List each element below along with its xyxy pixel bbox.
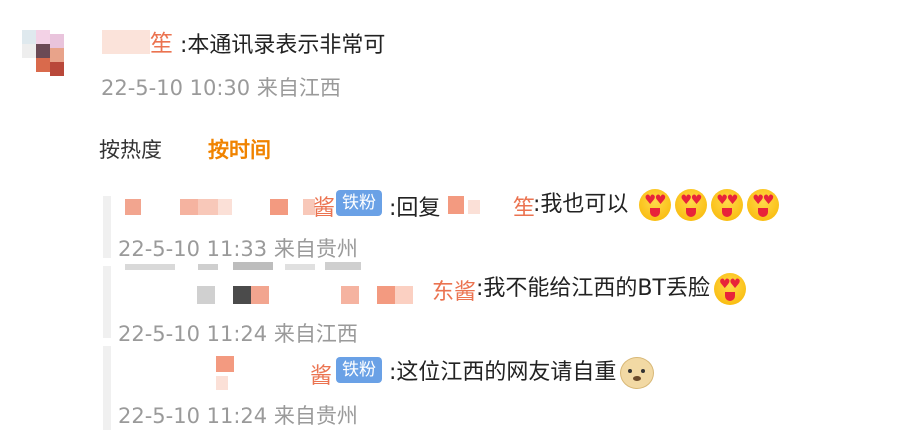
main-comment-username[interactable]: 笙 bbox=[150, 24, 173, 58]
username-mosaic bbox=[102, 30, 150, 54]
avatar[interactable] bbox=[14, 28, 84, 90]
reply-meta: 22-5-10 11:24 来自贵州 bbox=[118, 400, 358, 430]
heart-eyes-tongue-icon bbox=[639, 189, 672, 221]
main-comment-meta: 22-5-10 10:30 来自江西 bbox=[101, 72, 341, 102]
main-comment-text: :本通讯录表示非常可 bbox=[180, 33, 386, 58]
reply-indent-bar bbox=[103, 346, 111, 430]
fan-badge: 铁粉 bbox=[336, 357, 382, 383]
username-mosaic bbox=[125, 196, 325, 218]
main-comment-location: 来自江西 bbox=[256, 76, 341, 100]
reply-meta: 22-5-10 11:33 来自贵州 bbox=[118, 233, 358, 263]
heart-eyes-tongue-icon bbox=[713, 273, 746, 305]
main-comment-time: 22-5-10 10:30 bbox=[101, 76, 251, 100]
doge-icon bbox=[620, 357, 655, 389]
reply-meta: 22-5-10 11:24 来自江西 bbox=[118, 318, 358, 348]
tab-sort-hot[interactable]: 按热度 bbox=[99, 134, 162, 164]
reply-text: :我不能给江西的BT丢脸 bbox=[476, 270, 746, 305]
reply-location: 来自贵州 bbox=[273, 237, 358, 261]
reply-to-username[interactable]: 笙 bbox=[513, 190, 535, 222]
reply-time: 22-5-10 11:33 bbox=[118, 237, 268, 261]
reply-username[interactable]: 酱 bbox=[310, 358, 332, 390]
reply-to-mosaic bbox=[440, 192, 500, 218]
reply-time: 22-5-10 11:24 bbox=[118, 404, 268, 428]
reply-indent-bar bbox=[103, 266, 111, 338]
reply-username[interactable]: 东酱 bbox=[432, 274, 476, 306]
reply-time: 22-5-10 11:24 bbox=[118, 322, 268, 346]
reply-location: 来自江西 bbox=[273, 322, 358, 346]
heart-eyes-tongue-icon bbox=[747, 189, 780, 221]
heart-eyes-tongue-icon bbox=[675, 189, 708, 221]
username-mosaic bbox=[210, 352, 240, 394]
heart-eyes-tongue-icon bbox=[711, 189, 744, 221]
reply-text: :回复 bbox=[389, 196, 441, 221]
reply-text: :这位江西的网友请自重 bbox=[389, 354, 655, 389]
fan-badge: 铁粉 bbox=[336, 190, 382, 216]
tab-sort-time[interactable]: 按时间 bbox=[208, 134, 271, 164]
reply-indent-bar bbox=[103, 196, 111, 258]
username-mosaic bbox=[125, 262, 435, 306]
reply-text-continued: :我也可以 bbox=[533, 186, 780, 221]
reply-username[interactable]: 酱 bbox=[313, 190, 335, 222]
reply-location: 来自贵州 bbox=[273, 404, 358, 428]
